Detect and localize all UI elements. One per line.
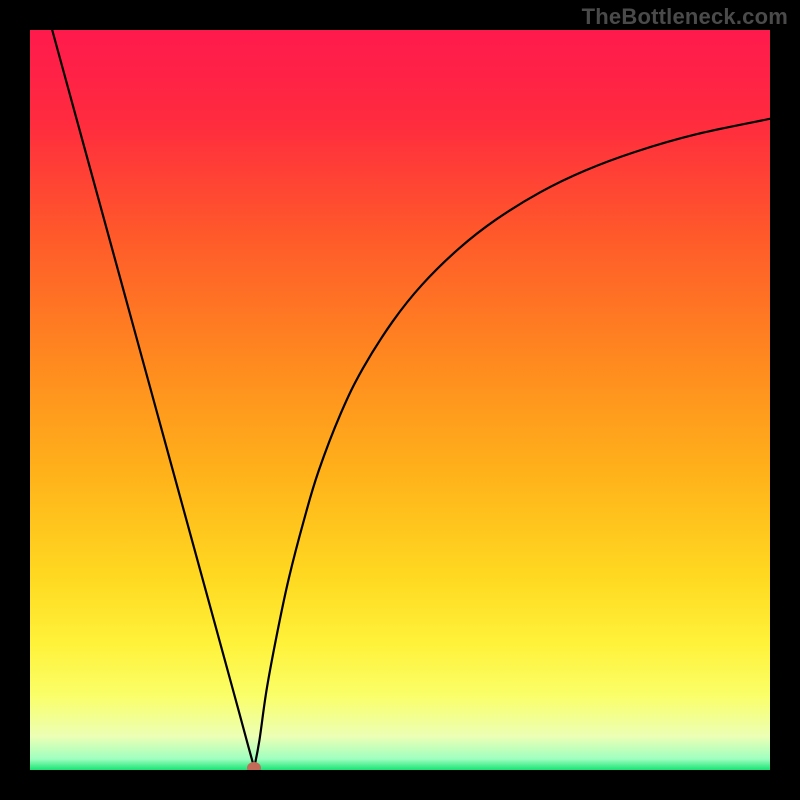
chart-frame: TheBottleneck.com [0, 0, 800, 800]
watermark-text: TheBottleneck.com [582, 4, 788, 30]
plot-area [30, 30, 770, 770]
minimum-marker-icon [247, 762, 261, 770]
bottleneck-curve [30, 30, 770, 770]
